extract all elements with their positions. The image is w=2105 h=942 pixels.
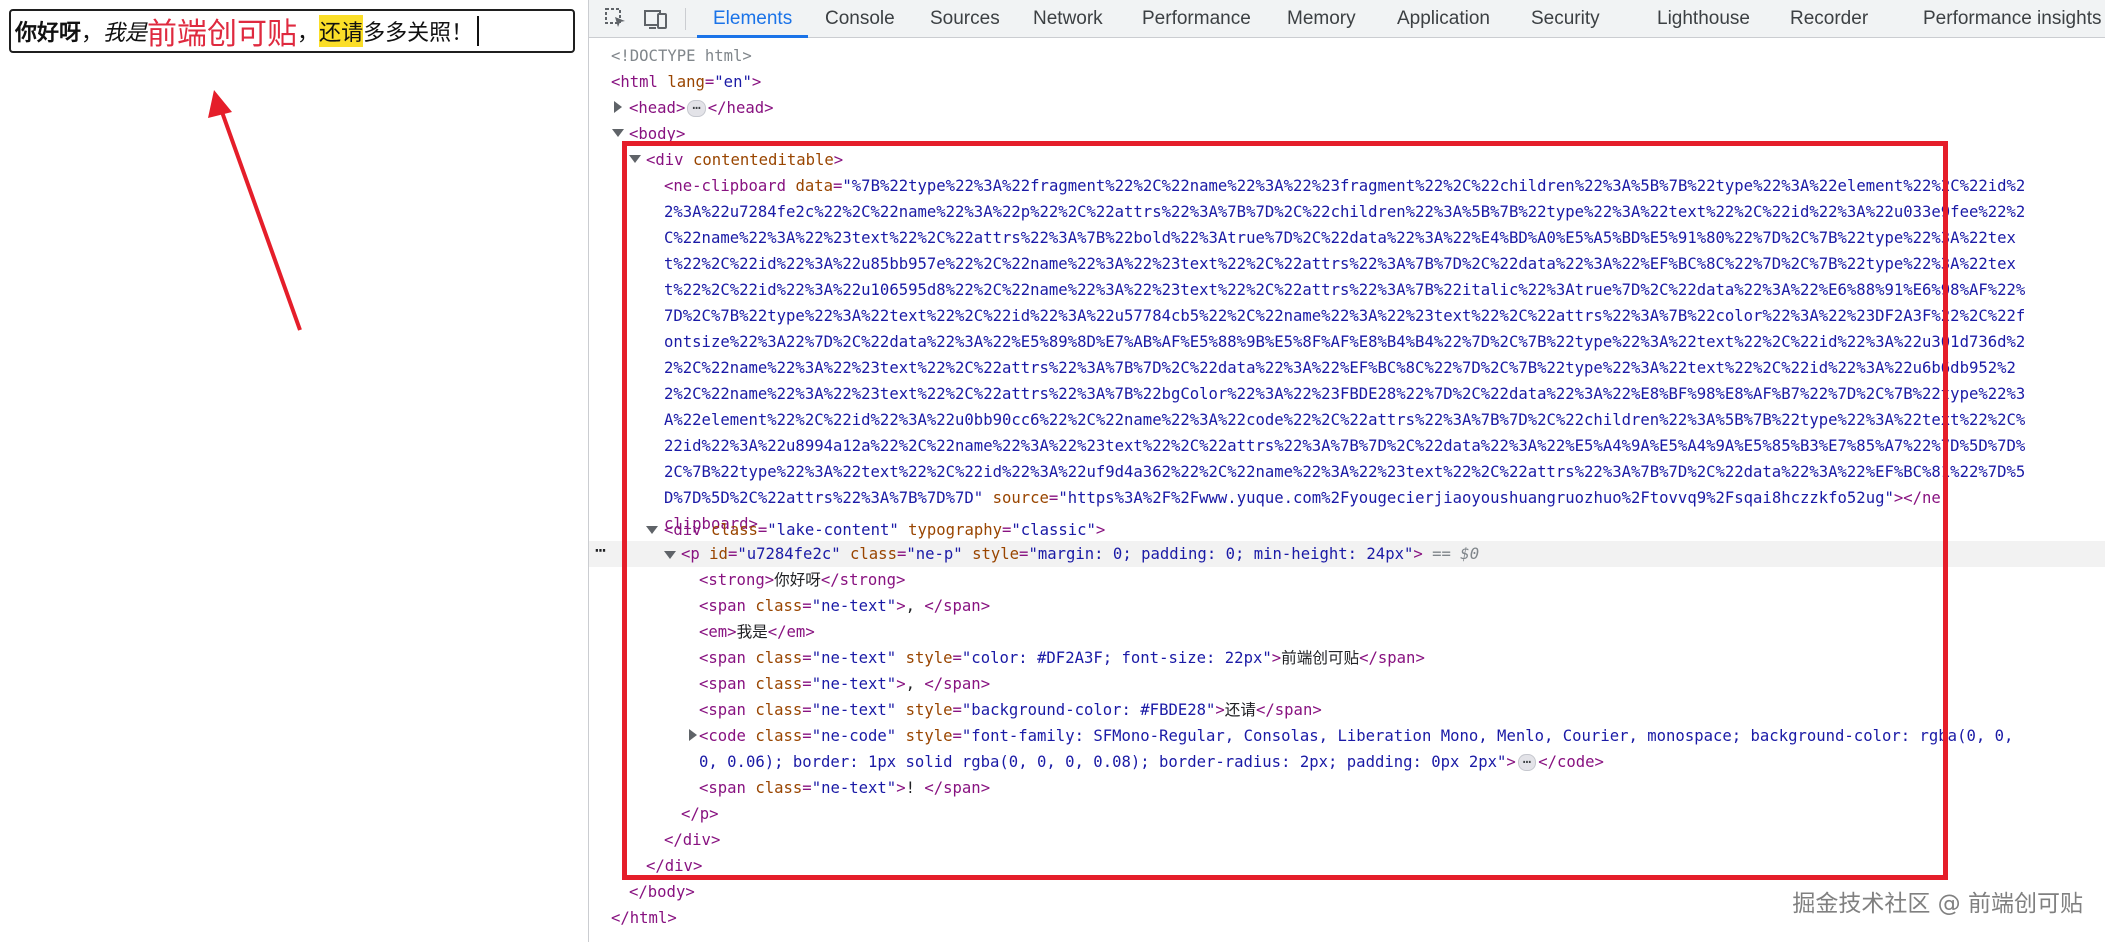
html-open-line[interactable]: <html lang="en"> xyxy=(611,69,761,95)
collapsed-ellipsis-icon[interactable]: … xyxy=(687,98,706,117)
tab-console[interactable]: Console xyxy=(825,0,895,37)
tab-security[interactable]: Security xyxy=(1531,0,1600,37)
toolbar-separator xyxy=(685,8,686,30)
devtools-toolbar: Elements Console Sources Network Perform… xyxy=(589,0,2105,38)
tab-performance-insights[interactable]: Performance insights xyxy=(1923,0,2101,37)
tab-sources[interactable]: Sources xyxy=(930,0,1000,37)
tab-elements[interactable]: Elements xyxy=(696,0,809,38)
tab-memory[interactable]: Memory xyxy=(1287,0,1356,37)
collapse-arrow-icon[interactable] xyxy=(612,129,624,137)
tag-text: <head> xyxy=(629,99,686,117)
device-toolbar-icon[interactable] xyxy=(643,6,669,32)
page-preview: 你好呀 ， 我是 前端创可贴 ， 还请 多多关照 ！ xyxy=(0,0,588,942)
watermark: 掘金技术社区 @ 前端创可贴 xyxy=(1792,891,2083,917)
attr-name: lang xyxy=(657,73,705,91)
more-options-icon[interactable]: ⋯ xyxy=(595,541,606,567)
doctype-line: <!DOCTYPE html> xyxy=(611,47,752,65)
red-highlight-box-annotation xyxy=(622,141,1948,880)
tab-application[interactable]: Application xyxy=(1397,0,1490,37)
head-line[interactable]: <head>… </head> xyxy=(629,95,774,121)
tag-text: <html xyxy=(611,73,658,91)
expand-arrow-icon[interactable] xyxy=(614,101,622,113)
inspect-element-icon[interactable] xyxy=(603,6,629,32)
body-close-line: </body> xyxy=(629,883,695,901)
tab-network[interactable]: Network xyxy=(1033,0,1103,37)
tag-text: </head> xyxy=(707,99,774,117)
tab-recorder[interactable]: Recorder xyxy=(1790,0,1868,37)
tab-lighthouse[interactable]: Lighthouse xyxy=(1657,0,1750,37)
attr-value: "en" xyxy=(714,73,752,91)
html-close-line: </html> xyxy=(611,909,677,927)
tab-performance[interactable]: Performance xyxy=(1142,0,1251,37)
red-arrow-annotation xyxy=(208,90,302,331)
